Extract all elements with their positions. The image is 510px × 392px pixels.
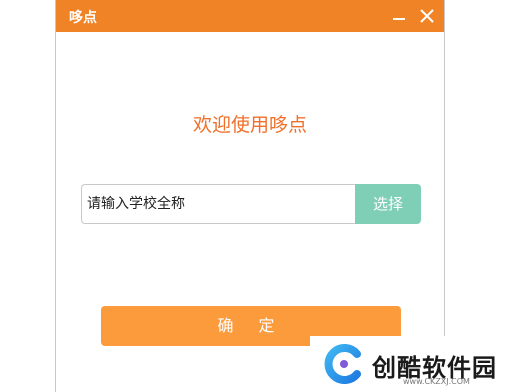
close-icon [420,9,434,23]
minimize-icon [393,18,405,20]
close-button[interactable] [413,0,441,32]
watermark: 创酷软件园 www.CKZXJ.COM [310,336,510,392]
window-title: 哆点 [69,10,97,26]
title-bar: 哆点 [56,0,444,32]
c-logo-icon [324,344,361,384]
school-name-input[interactable] [81,184,356,224]
select-button[interactable]: 选择 [355,184,421,224]
welcome-heading: 欢迎使用哆点 [192,114,307,136]
minimize-button[interactable] [385,0,413,32]
app-window: 哆点 欢迎使用哆点 选择 确 定 [55,0,445,392]
watermark-url: www.CKZXJ.COM [403,377,470,386]
